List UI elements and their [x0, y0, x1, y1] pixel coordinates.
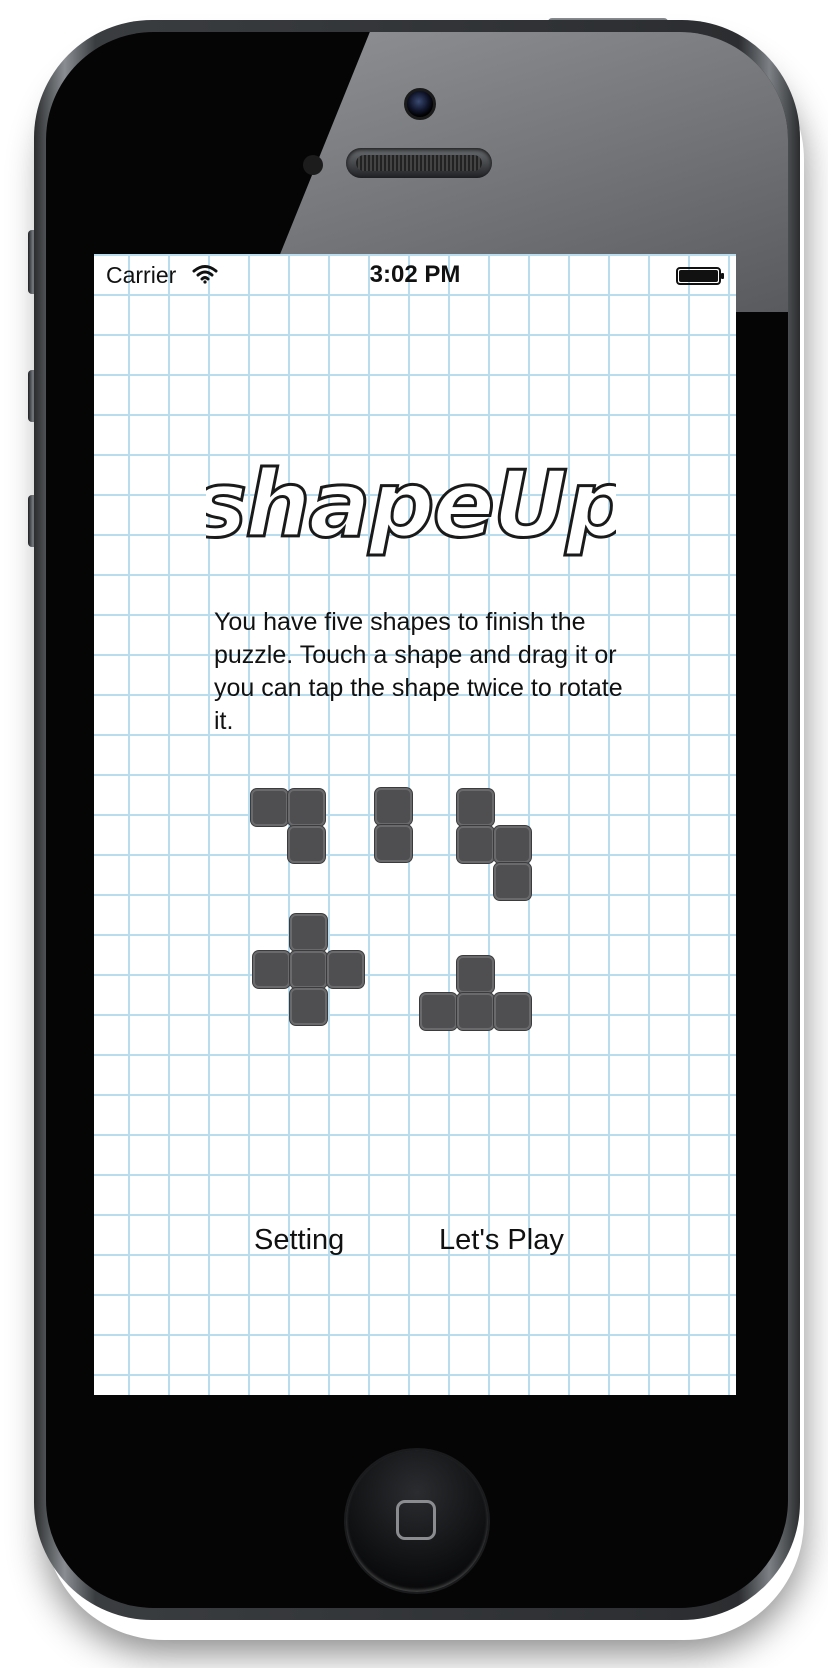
- shape-tile: [494, 826, 531, 863]
- shape-tile: [327, 951, 364, 988]
- shape-tile: [375, 788, 412, 825]
- shape-tile: [290, 914, 327, 951]
- shape-tile: [494, 863, 531, 900]
- shape-tile: [375, 825, 412, 862]
- shape-tile: [457, 993, 494, 1030]
- shape-tile: [420, 993, 457, 1030]
- shape-tile: [494, 993, 531, 1030]
- shape-tile: [253, 951, 290, 988]
- shape-tile: [457, 826, 494, 863]
- app-screen: Carrier 3:02 PM shapeUp You have five sh…: [94, 254, 736, 1395]
- shape-tile: [290, 951, 327, 988]
- shape-tile: [457, 789, 494, 826]
- shape-tile: [288, 789, 325, 826]
- shapes-preview: [94, 254, 736, 1395]
- front-camera-icon: [404, 88, 436, 120]
- shape-tile: [457, 956, 494, 993]
- page: Carrier 3:02 PM shapeUp You have five sh…: [0, 0, 828, 1668]
- speaker-grill: [356, 155, 482, 171]
- shape-tile: [288, 826, 325, 863]
- shape-tile: [290, 988, 327, 1025]
- setting-button[interactable]: Setting: [254, 1224, 344, 1257]
- shape-tile: [251, 789, 288, 826]
- proximity-sensor: [303, 155, 323, 175]
- home-square-icon: [396, 1500, 436, 1540]
- lets-play-button[interactable]: Let's Play: [439, 1224, 564, 1257]
